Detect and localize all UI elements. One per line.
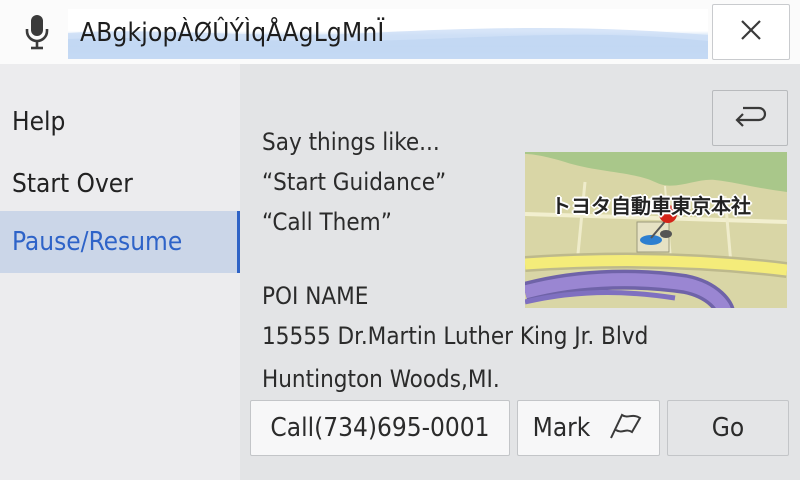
mark-button-label: Mark — [532, 413, 591, 443]
sidebar-item-pause-resume[interactable]: Pause/Resume — [0, 211, 240, 273]
back-button[interactable] — [712, 90, 788, 146]
poi-name: POI NAME — [262, 282, 369, 310]
poi-address-line1: 15555 Dr.Martin Luther King Jr. Blvd — [262, 322, 649, 350]
voice-recognition-field: ABgkjopÀØÛÝÌqÅAgLgMnÏ — [68, 9, 708, 59]
call-button[interactable]: Call(734)695-0001 — [250, 400, 510, 456]
map-preview: トヨタ自動車東京本社 — [525, 152, 787, 308]
map-place-label: トヨタ自動車東京本社 — [551, 194, 751, 218]
hint-intro: Say things like... — [262, 128, 440, 156]
hint-example: “Start Guidance” — [262, 168, 447, 196]
flag-icon — [608, 410, 644, 447]
go-button-label: Go — [711, 413, 745, 443]
voice-command-sidebar: Help Start Over Pause/Resume — [0, 64, 240, 480]
call-button-label: Call(734)695-0001 — [270, 413, 490, 443]
back-arrow-icon — [733, 104, 767, 132]
poi-detail-panel: Say things like... “Start Guidance” “Cal… — [240, 64, 800, 480]
recognized-text: ABgkjopÀØÛÝÌqÅAgLgMnÏ — [80, 18, 385, 48]
sidebar-item-help[interactable]: Help — [0, 91, 240, 153]
sidebar-item-label: Help — [12, 107, 66, 137]
go-button[interactable]: Go — [667, 400, 789, 456]
close-button[interactable] — [712, 4, 790, 60]
sidebar-item-label: Start Over — [12, 169, 133, 199]
close-icon — [740, 19, 762, 45]
poi-address-line2: Huntington Woods,MI. — [262, 365, 500, 393]
sidebar-item-start-over[interactable]: Start Over — [0, 153, 240, 215]
sidebar-item-label: Pause/Resume — [12, 227, 183, 257]
hint-example: “Call Them” — [262, 208, 392, 236]
microphone-icon — [24, 14, 50, 50]
mark-button[interactable]: Mark — [517, 400, 660, 456]
voice-top-bar: ABgkjopÀØÛÝÌqÅAgLgMnÏ — [0, 0, 800, 64]
